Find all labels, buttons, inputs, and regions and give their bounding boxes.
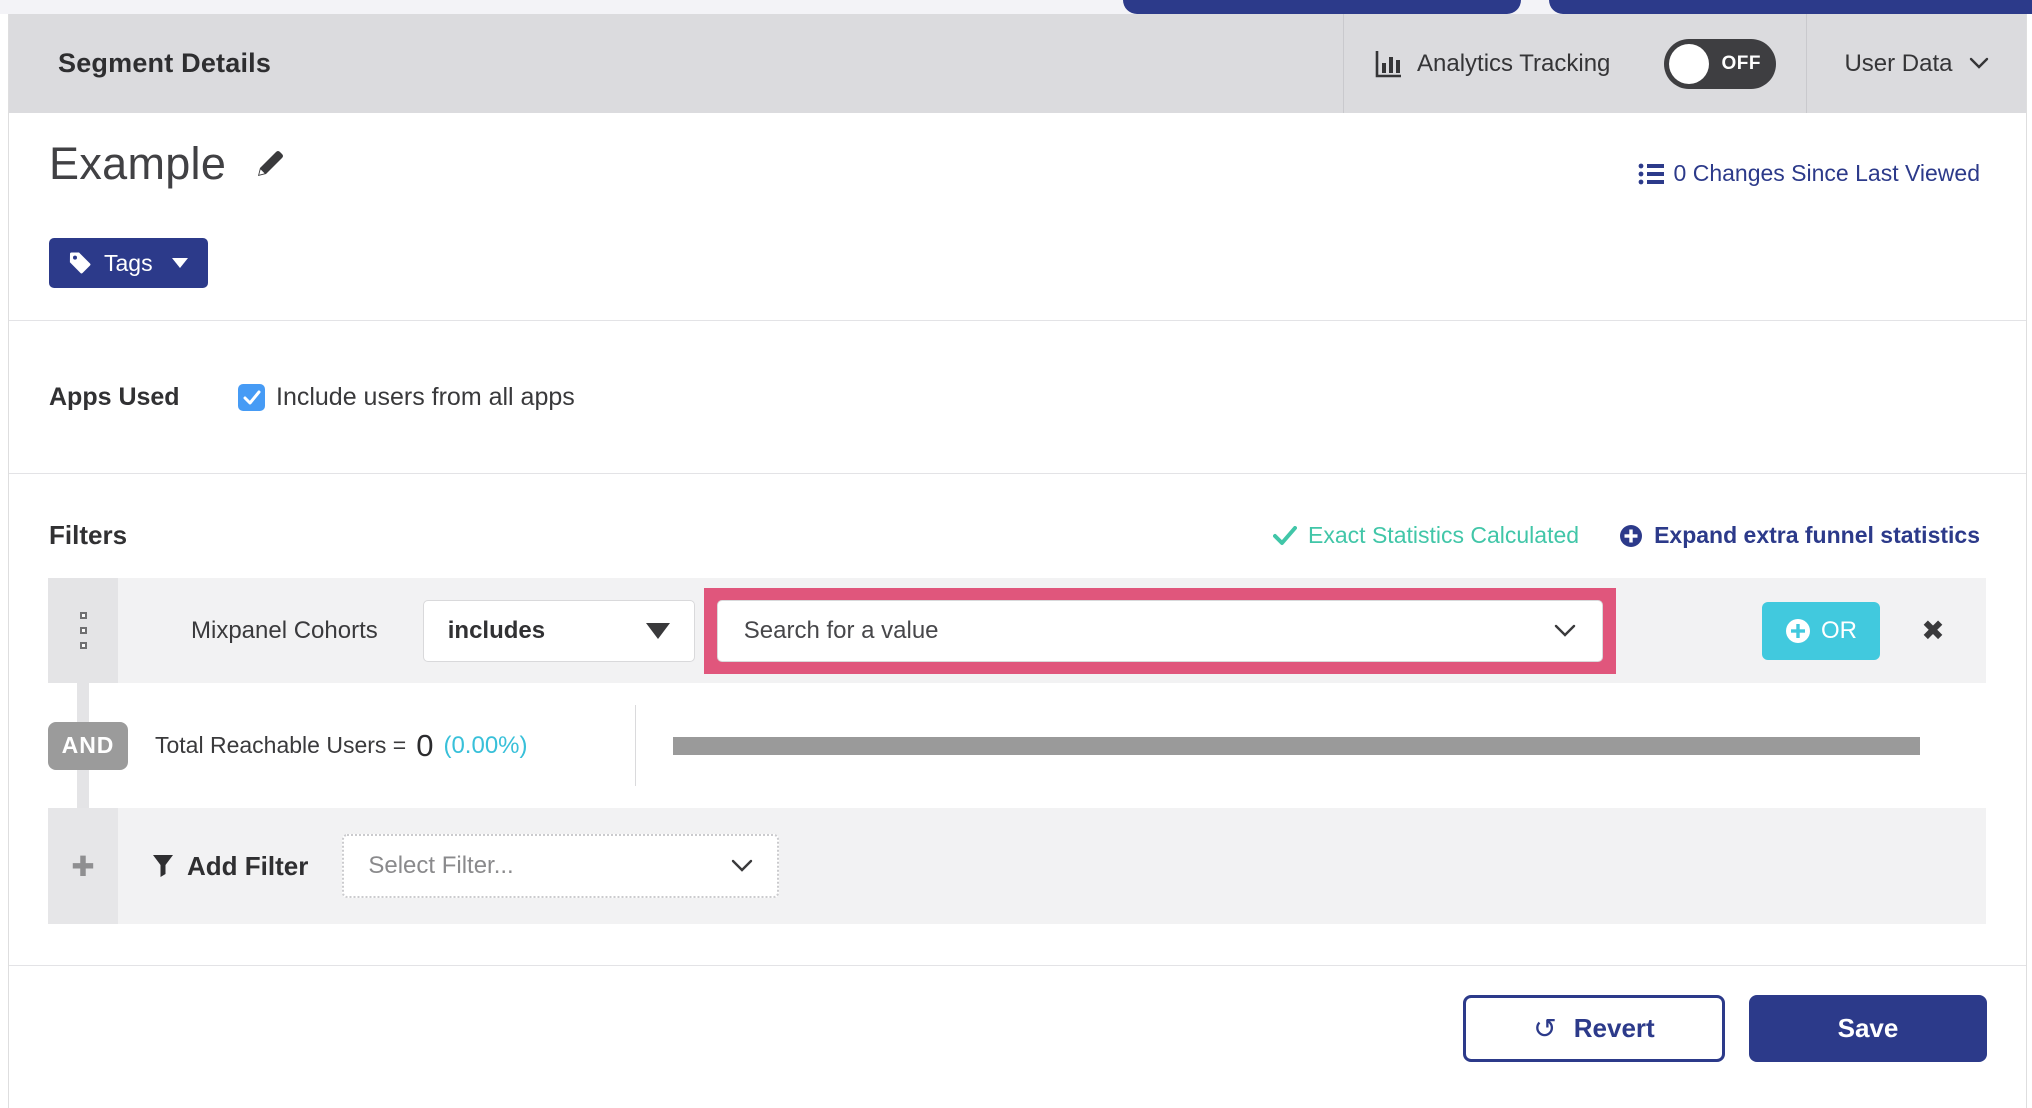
funnel-icon — [152, 854, 174, 878]
card-right-edge — [2026, 14, 2027, 1108]
undo-icon: ↺ — [1533, 1012, 1557, 1045]
filter-row: Mixpanel Cohorts includes Search for a v… — [48, 578, 1986, 683]
add-or-condition-button[interactable]: OR — [1762, 601, 1880, 660]
exact-statistics-label: Exact Statistics Calculated — [1308, 522, 1580, 548]
tags-button[interactable]: Tags — [49, 238, 208, 288]
plus-icon: ✚ — [71, 850, 95, 882]
edit-pencil-icon[interactable] — [252, 146, 288, 182]
revert-button-label: Revert — [1573, 1013, 1655, 1043]
select-filter-dropdown[interactable]: Select Filter... — [342, 834, 780, 898]
section-divider — [8, 965, 2026, 966]
reachable-users-label: Total Reachable Users = — [155, 732, 407, 758]
caret-down-icon — [171, 257, 189, 269]
tag-icon — [68, 251, 92, 275]
filters-stats-row: Exact Statistics Calculated Expand extra… — [1273, 522, 1980, 549]
value-search-select[interactable]: Search for a value — [716, 599, 1603, 662]
and-conjunction-badge: AND — [48, 721, 128, 770]
analytics-tracking-label: Analytics Tracking — [1417, 49, 1611, 77]
value-select-highlight: Search for a value — [703, 587, 1616, 674]
add-filter-plus-handle[interactable]: ✚ — [48, 808, 118, 924]
save-button-label: Save — [1837, 1013, 1899, 1043]
analytics-tracking-section: Analytics Tracking OFF — [1343, 14, 1806, 113]
tags-button-label: Tags — [104, 249, 153, 276]
apps-used-label: Apps Used — [49, 383, 180, 411]
segment-name: Example — [49, 138, 227, 189]
toggle-knob — [1669, 43, 1709, 84]
footer-actions: ↺ Revert Save — [1463, 995, 1987, 1062]
clipped-nav-pill-left[interactable] — [1123, 0, 1521, 14]
changes-link-label: 0 Changes Since Last Viewed — [1673, 160, 1980, 186]
caret-down-icon — [645, 622, 670, 639]
check-icon — [1273, 525, 1298, 546]
expand-funnel-statistics-link[interactable]: Expand extra funnel statistics — [1619, 522, 1980, 549]
panel-header: Segment Details Analytics Tracking OFF U… — [9, 14, 2026, 113]
save-button[interactable]: Save — [1749, 995, 1987, 1062]
user-data-dropdown[interactable]: User Data — [1806, 14, 2026, 113]
chevron-down-icon — [731, 859, 753, 873]
filter-field-label: Mixpanel Cohorts — [191, 616, 378, 644]
plus-circle-icon — [1785, 618, 1811, 644]
add-filter-row: ✚ Add Filter Select Filter... — [48, 808, 1986, 924]
drag-handle[interactable] — [48, 578, 118, 683]
top-strip — [0, 0, 2032, 14]
toggle-state-label: OFF — [1721, 52, 1761, 74]
header-actions: Analytics Tracking OFF User Data — [1343, 14, 2026, 113]
filters-heading: Filters — [49, 520, 128, 550]
drag-dot-icon — [79, 642, 87, 649]
section-divider — [8, 473, 2026, 474]
bar-chart-icon — [1374, 49, 1404, 79]
reachable-users-percent: (0.00%) — [443, 731, 528, 759]
chevron-down-icon — [1969, 57, 1989, 70]
reachable-users-summary: Total Reachable Users = 0 (0.00%) — [155, 728, 528, 764]
changes-since-last-viewed-link[interactable]: 0 Changes Since Last Viewed — [1638, 160, 1980, 187]
plus-circle-icon — [1619, 524, 1643, 548]
drag-dot-icon — [79, 627, 87, 634]
apps-used-row: Apps Used Include users from all apps — [49, 383, 575, 412]
analytics-tracking-toggle[interactable]: OFF — [1664, 38, 1776, 89]
reachable-users-value: 0 — [416, 727, 434, 763]
section-divider — [8, 320, 2026, 321]
card-left-edge — [8, 14, 9, 1108]
operator-select[interactable]: includes — [422, 599, 695, 662]
page-title: Segment Details — [58, 48, 272, 78]
or-button-label: OR — [1821, 616, 1857, 644]
vertical-divider — [635, 705, 636, 786]
revert-button[interactable]: ↺ Revert — [1463, 995, 1725, 1062]
reachable-users-zone: AND Total Reachable Users = 0 (0.00%) — [48, 683, 1986, 808]
add-filter-label: Add Filter — [187, 850, 309, 881]
user-data-label: User Data — [1844, 49, 1953, 77]
clipped-nav-pill-right[interactable] — [1549, 0, 2032, 14]
include-all-apps-checkbox[interactable] — [238, 384, 265, 411]
add-filter-label-group: Add Filter — [152, 851, 308, 882]
drag-dot-icon — [79, 612, 87, 619]
select-filter-placeholder: Select Filter... — [368, 852, 514, 879]
remove-filter-icon[interactable]: ✖ — [1880, 614, 1986, 647]
changelog-list-icon — [1638, 162, 1664, 186]
operator-value: includes — [447, 616, 546, 644]
reachable-users-bar — [673, 736, 1920, 755]
chevron-down-icon — [1554, 624, 1576, 638]
include-all-apps-label: Include users from all apps — [276, 383, 575, 411]
expand-funnel-statistics-label: Expand extra funnel statistics — [1654, 522, 1980, 548]
segment-details-page: Segment Details Analytics Tracking OFF U… — [0, 0, 2032, 1108]
segment-name-row: Example — [49, 138, 288, 190]
exact-statistics-status: Exact Statistics Calculated — [1273, 522, 1579, 549]
value-select-placeholder: Search for a value — [743, 616, 939, 644]
